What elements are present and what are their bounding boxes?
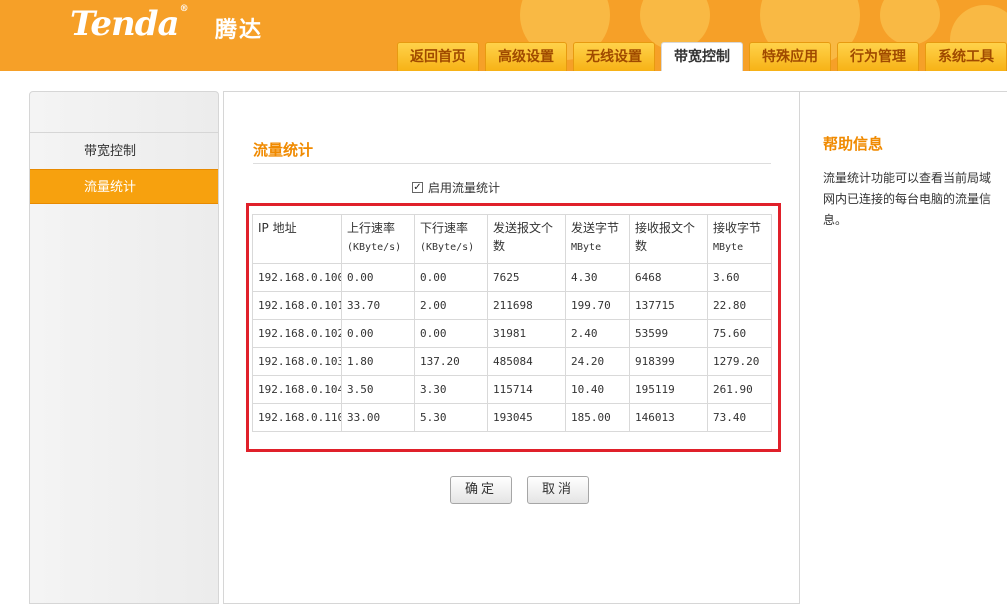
enable-traffic-stats-row: ✓ 启用流量统计 bbox=[412, 179, 500, 196]
received-packets-cell: 53599 bbox=[629, 319, 708, 348]
sent-bytes-cell: 24.20 bbox=[565, 347, 630, 376]
received-packets-cell: 137715 bbox=[629, 291, 708, 320]
upload-rate-cell: 0.00 bbox=[341, 263, 415, 292]
download-rate-cell: 137.20 bbox=[414, 347, 488, 376]
sent-bytes-cell: 185.00 bbox=[565, 403, 630, 432]
tab-wireless[interactable]: 无线设置 bbox=[573, 42, 655, 71]
traffic-stats-table: IP 地址 上行速率 (KByte/s) 下行速率 (KByte/s) 发送报文个数… bbox=[252, 214, 772, 432]
download-rate-cell: 0.00 bbox=[414, 263, 488, 292]
received-bytes-cell: 75.60 bbox=[707, 319, 772, 348]
help-text: 流量统计功能可以查看当前局域网内已连接的每台电脑的流量信息。 bbox=[823, 171, 992, 227]
tab-advanced[interactable]: 高级设置 bbox=[485, 42, 567, 71]
sidebar-divider bbox=[30, 132, 218, 133]
table-row: 192.168.0.103 1.80 137.20 485084 24.20 9… bbox=[252, 347, 772, 376]
received-bytes-cell: 22.80 bbox=[707, 291, 772, 320]
received-bytes-cell: 73.40 bbox=[707, 403, 772, 432]
tab-bandwidth[interactable]: 带宽控制 bbox=[661, 42, 743, 71]
upload-rate-cell: 1.80 bbox=[341, 347, 415, 376]
upload-rate-cell: 3.50 bbox=[341, 375, 415, 404]
upload-rate-cell: 33.70 bbox=[341, 291, 415, 320]
received-packets-cell: 6468 bbox=[629, 263, 708, 292]
tab-special-apps[interactable]: 特殊应用 bbox=[749, 42, 831, 71]
header-decoration bbox=[880, 0, 940, 45]
sent-bytes-cell: 2.40 bbox=[565, 319, 630, 348]
top-header: Tenda® 腾达 返回首页 高级设置 无线设置 带宽控制 特殊应用 行为管理 … bbox=[0, 0, 1007, 71]
tab-home[interactable]: 返回首页 bbox=[397, 42, 479, 71]
received-bytes-cell: 261.90 bbox=[707, 375, 772, 404]
main-panel: 流量统计 ✓ 启用流量统计 IP 地址 上行速率 (KByte/s) 下行速率 (K… bbox=[223, 91, 800, 604]
sent-packets-cell: 31981 bbox=[487, 319, 566, 348]
tenda-logo: Tenda® bbox=[70, 4, 189, 44]
confirm-button[interactable]: 确定 bbox=[450, 476, 512, 504]
ip-cell: 192.168.0.104 bbox=[252, 375, 342, 404]
download-rate-cell: 0.00 bbox=[414, 319, 488, 348]
ip-cell: 192.168.0.103 bbox=[252, 347, 342, 376]
sent-bytes-cell: 4.30 bbox=[565, 263, 630, 292]
enable-traffic-stats-label: 启用流量统计 bbox=[428, 181, 501, 195]
ip-cell: 192.168.0.110 bbox=[252, 403, 342, 432]
received-packets-cell: 195119 bbox=[629, 375, 708, 404]
column-header-ip: IP 地址 bbox=[252, 214, 342, 264]
help-panel: 帮助信息 流量统计功能可以查看当前局域网内已连接的每台电脑的流量信息。 bbox=[800, 91, 1007, 604]
received-bytes-cell: 1279.20 bbox=[707, 347, 772, 376]
received-packets-cell: 146013 bbox=[629, 403, 708, 432]
sent-packets-cell: 7625 bbox=[487, 263, 566, 292]
help-title: 帮助信息 bbox=[823, 135, 884, 153]
table-header-row: IP 地址 上行速率 (KByte/s) 下行速率 (KByte/s) 发送报文个数… bbox=[252, 214, 772, 264]
page-title: 流量统计 bbox=[253, 141, 314, 159]
title-divider bbox=[253, 163, 771, 164]
column-header-download-rate: 下行速率 (KByte/s) bbox=[414, 214, 488, 264]
column-header-sent-bytes: 发送字节 MByte bbox=[565, 214, 630, 264]
sidebar-item-bandwidth-control[interactable]: 带宽控制 bbox=[30, 134, 218, 169]
table-row: 192.168.0.110 33.00 5.30 193045 185.00 1… bbox=[252, 403, 772, 432]
sent-bytes-cell: 199.70 bbox=[565, 291, 630, 320]
table-row: 192.168.0.104 3.50 3.30 115714 10.40 195… bbox=[252, 375, 772, 404]
sidebar: 带宽控制 流量统计 bbox=[29, 91, 219, 604]
sent-bytes-cell: 10.40 bbox=[565, 375, 630, 404]
sidebar-item-traffic-stats[interactable]: 流量统计 bbox=[30, 169, 218, 204]
ip-cell: 192.168.0.100 bbox=[252, 263, 342, 292]
tab-behavior[interactable]: 行为管理 bbox=[837, 42, 919, 71]
sent-packets-cell: 211698 bbox=[487, 291, 566, 320]
column-header-sent-packets: 发送报文个数 bbox=[487, 214, 566, 264]
column-header-received-bytes: 接收字节 MByte bbox=[707, 214, 772, 264]
sent-packets-cell: 115714 bbox=[487, 375, 566, 404]
cancel-button[interactable]: 取消 bbox=[527, 476, 589, 504]
ip-cell: 192.168.0.101 bbox=[252, 291, 342, 320]
download-rate-cell: 5.30 bbox=[414, 403, 488, 432]
table-row: 192.168.0.100 0.00 0.00 7625 4.30 6468 3… bbox=[252, 263, 772, 292]
sent-packets-cell: 193045 bbox=[487, 403, 566, 432]
table-row: 192.168.0.102 0.00 0.00 31981 2.40 53599… bbox=[252, 319, 772, 348]
upload-rate-cell: 0.00 bbox=[341, 319, 415, 348]
upload-rate-cell: 33.00 bbox=[341, 403, 415, 432]
column-header-upload-rate: 上行速率 (KByte/s) bbox=[341, 214, 415, 264]
enable-traffic-stats-checkbox[interactable]: ✓ bbox=[412, 182, 423, 193]
column-header-received-packets: 接收报文个数 bbox=[629, 214, 708, 264]
tab-system-tools[interactable]: 系统工具 bbox=[925, 42, 1007, 71]
tenda-logo-cn: 腾达 bbox=[215, 18, 264, 43]
received-packets-cell: 918399 bbox=[629, 347, 708, 376]
download-rate-cell: 2.00 bbox=[414, 291, 488, 320]
download-rate-cell: 3.30 bbox=[414, 375, 488, 404]
received-bytes-cell: 3.60 bbox=[707, 263, 772, 292]
table-row: 192.168.0.101 33.70 2.00 211698 199.70 1… bbox=[252, 291, 772, 320]
sent-packets-cell: 485084 bbox=[487, 347, 566, 376]
ip-cell: 192.168.0.102 bbox=[252, 319, 342, 348]
